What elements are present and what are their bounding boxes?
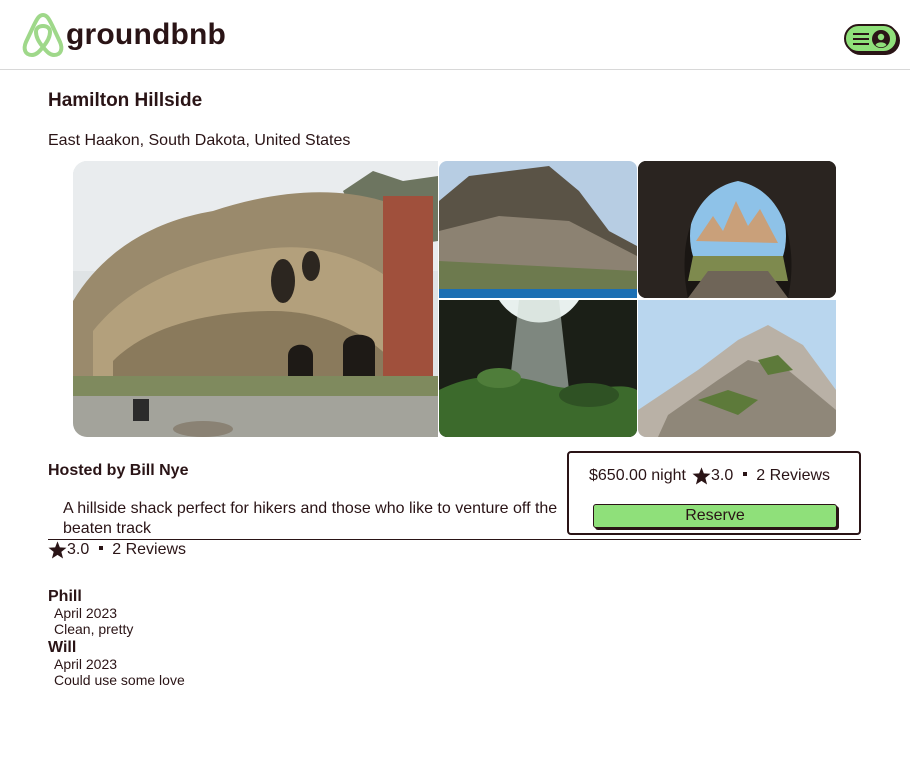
logo-text: groundbnb <box>66 18 227 51</box>
review-text: Clean, pretty <box>54 621 134 637</box>
reviewer-name: Phill <box>48 588 82 605</box>
separator-dot <box>743 472 748 476</box>
star-icon <box>48 541 67 559</box>
reserve-button[interactable]: Reserve <box>593 504 837 528</box>
review-text: Could use some love <box>54 672 185 688</box>
star-icon <box>692 467 711 485</box>
airbnb-style-logo-icon <box>22 13 64 57</box>
listing-location: East Haakon, South Dakota, United States <box>48 132 351 149</box>
top-navbar: groundbnb <box>0 0 910 70</box>
booking-box: $650.00 night 3.0 2 Reviews Reserve <box>567 451 861 535</box>
separator-dot <box>99 546 104 550</box>
listing-title: Hamilton Hillside <box>48 90 203 111</box>
review-count: 2 Reviews <box>112 541 187 558</box>
review-item: Will April 2023 Could use some love <box>48 639 185 688</box>
host-name: Hosted by Bill Nye <box>48 462 189 479</box>
reviews-list: Phill April 2023 Clean, pretty Will Apri… <box>48 588 185 690</box>
review-date: April 2023 <box>54 656 118 672</box>
reviewer-name: Will <box>48 639 77 656</box>
user-menu-button[interactable] <box>844 24 898 53</box>
photo-3[interactable] <box>638 161 836 298</box>
booking-rating-value: 3.0 <box>710 467 734 484</box>
photo-4[interactable] <box>439 300 637 437</box>
review-date: April 2023 <box>54 605 118 621</box>
user-circle-icon <box>871 29 890 48</box>
photo-main[interactable] <box>73 161 438 437</box>
home-logo-link[interactable]: groundbnb <box>20 11 226 59</box>
listing-description: A hillside shack perfect for hikers and … <box>63 500 558 537</box>
photo-5[interactable] <box>638 300 836 437</box>
hamburger-icon <box>852 32 869 45</box>
listing-rating: 3.0 2 Reviews <box>48 540 186 560</box>
price-per-night: $650.00 night <box>589 467 686 484</box>
photo-2[interactable] <box>439 161 637 298</box>
booking-review-count: 2 Reviews <box>756 467 831 484</box>
rating-value: 3.0 <box>67 541 90 558</box>
review-item: Phill April 2023 Clean, pretty <box>48 588 185 637</box>
photo-gallery <box>73 161 836 437</box>
booking-summary: $650.00 night 3.0 2 Reviews <box>589 466 830 486</box>
